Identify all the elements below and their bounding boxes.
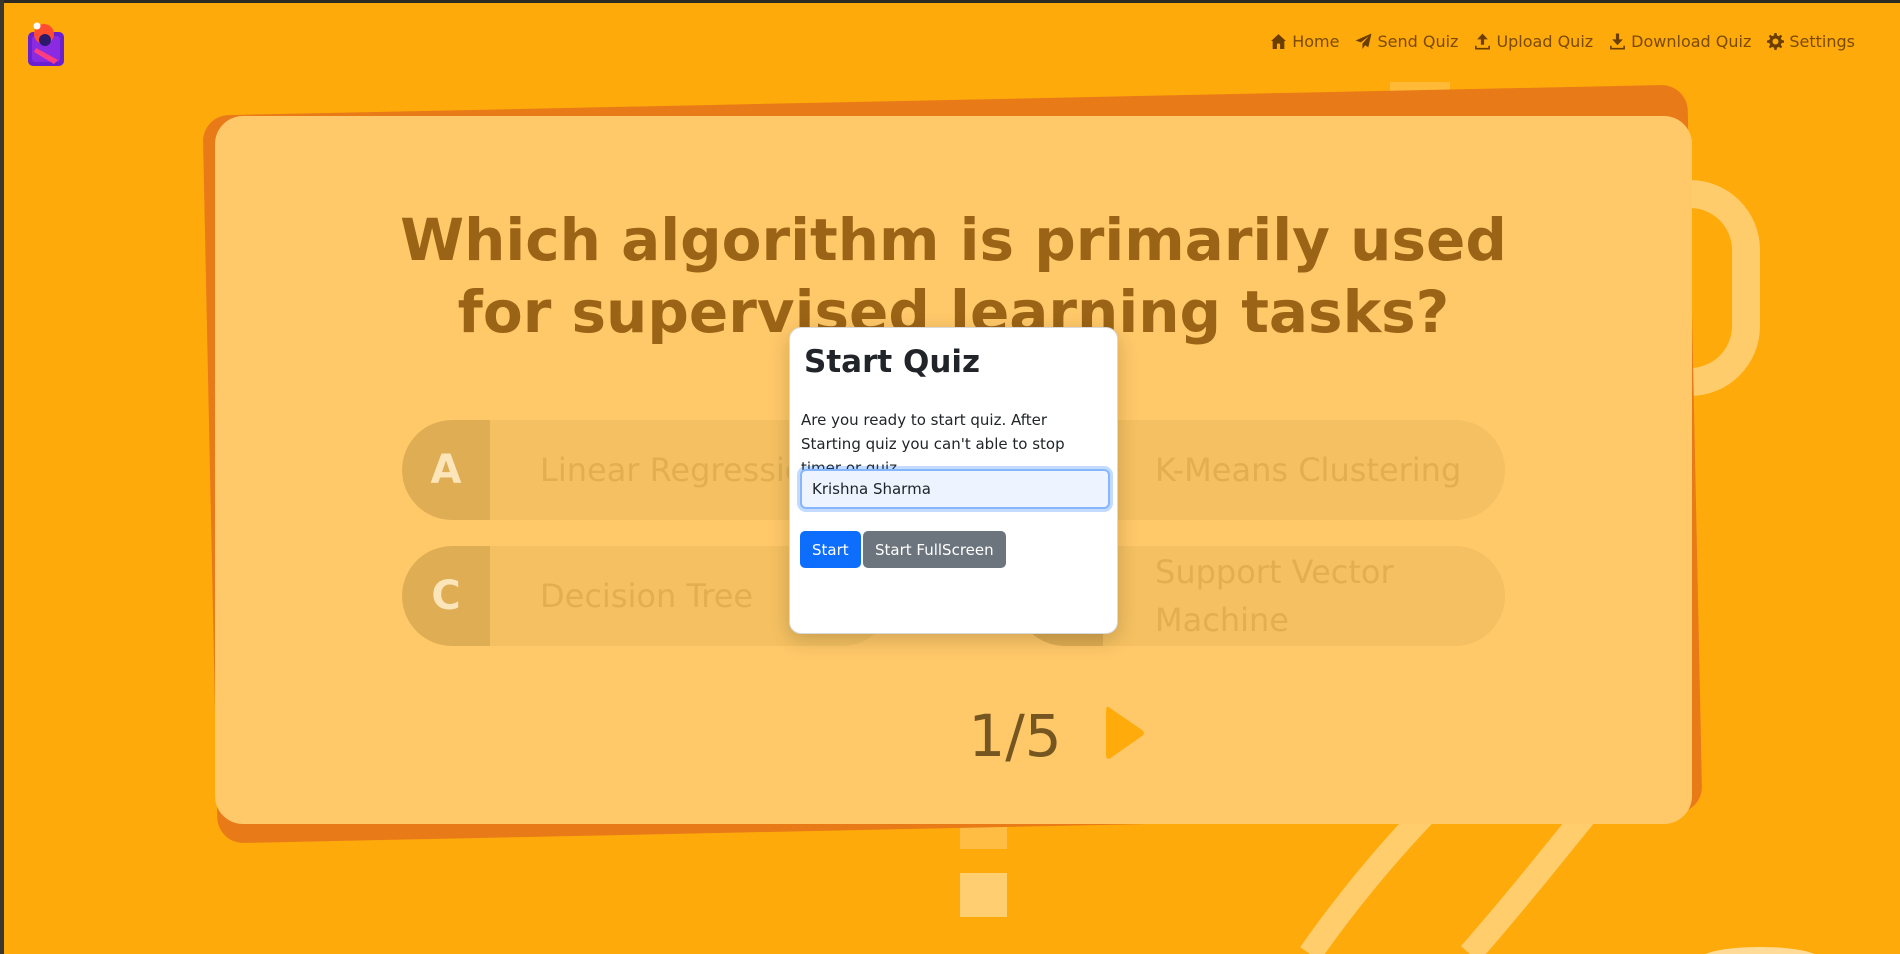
app-logo[interactable] xyxy=(24,20,68,68)
nav-send-quiz[interactable]: Send Quiz xyxy=(1355,32,1458,51)
nav-upload-quiz[interactable]: Upload Quiz xyxy=(1474,32,1593,51)
nav-download-quiz[interactable]: Download Quiz xyxy=(1609,32,1751,51)
participant-name-input[interactable] xyxy=(800,469,1110,509)
start-button[interactable]: Start xyxy=(800,531,861,568)
nav-label: Settings xyxy=(1789,32,1855,51)
nav-label: Upload Quiz xyxy=(1496,32,1594,51)
start-quiz-modal: Start Quiz Are you ready to start quiz. … xyxy=(789,327,1118,634)
nav-label: Send Quiz xyxy=(1377,32,1459,51)
nav-home[interactable]: Home xyxy=(1270,32,1339,51)
modal-title: Start Quiz xyxy=(804,344,981,380)
paper-plane-icon xyxy=(1356,33,1372,49)
nav-label: Home xyxy=(1292,32,1340,51)
download-icon xyxy=(1610,33,1626,50)
nav-settings[interactable]: Settings xyxy=(1767,32,1855,51)
top-navigation: Home Send Quiz Upload Quiz Download Quiz… xyxy=(1270,32,1855,51)
nav-label: Download Quiz xyxy=(1631,32,1752,51)
gear-icon xyxy=(1767,33,1785,50)
home-icon xyxy=(1271,34,1287,49)
upload-icon xyxy=(1475,33,1491,50)
start-fullscreen-button[interactable]: Start FullScreen xyxy=(863,531,1006,568)
